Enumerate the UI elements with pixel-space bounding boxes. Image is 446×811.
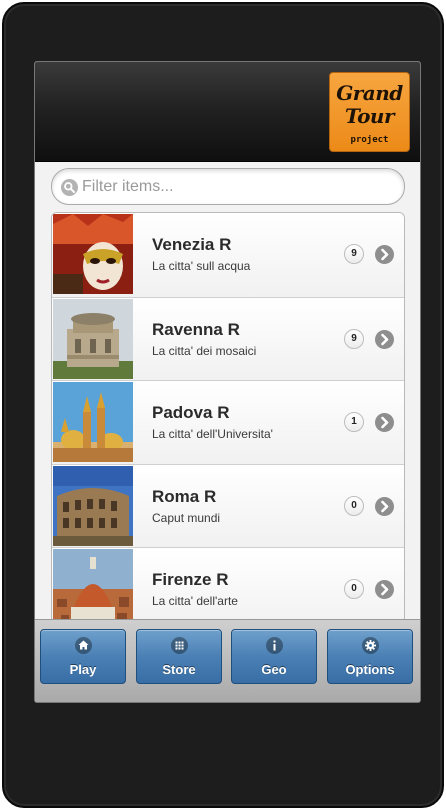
count-bubble: 1	[344, 412, 364, 432]
navbar: Play Store Geo Options	[35, 619, 420, 702]
options-label: Options	[345, 662, 395, 677]
firenze-duomo-image	[53, 549, 133, 619]
list-item[interactable]: Ravenna R La citta' dei mosaici 9	[52, 296, 404, 380]
device-frame: Grand Tour project Filter items... Venez…	[2, 2, 444, 808]
count-bubble: 9	[344, 328, 364, 349]
venezia-mask-image	[53, 214, 133, 294]
play-label: Play	[69, 662, 97, 677]
chevron-right-icon	[375, 496, 394, 516]
count-bubble: 0	[344, 579, 364, 599]
store-label: Store	[162, 662, 196, 677]
item-subtitle: La citta' sull acqua	[152, 259, 251, 273]
item-subtitle: La citta' dei mosaici	[152, 343, 257, 358]
app-screen: Grand Tour project Filter items... Venez…	[34, 61, 421, 703]
list-item[interactable]: Padova R La citta' dell'Universita' 1	[52, 380, 404, 464]
search-bar	[51, 168, 405, 205]
padova-basilica-image	[53, 382, 133, 462]
item-title: Ravenna R	[152, 319, 240, 339]
chevron-right-icon	[375, 413, 394, 432]
info-icon	[266, 637, 283, 654]
item-title: Roma R	[152, 486, 217, 506]
app-header: Grand Tour project	[35, 62, 420, 162]
roma-colosseum-image	[53, 465, 133, 546]
count-bubble: 0	[344, 495, 364, 516]
grand-tour-logo: Grand Tour project	[329, 72, 410, 152]
logo-text-line1: Grand	[336, 81, 403, 105]
gear-icon	[362, 637, 379, 654]
logo-text-line2: Tour	[344, 104, 395, 128]
logo-text-line3: project	[350, 135, 389, 145]
content-area: Venezia R La citta' sull acqua 9	[35, 162, 420, 619]
item-subtitle: La citta' dell'Universita'	[152, 427, 273, 441]
list-item[interactable]: Firenze R La citta' dell'arte 0	[52, 547, 404, 619]
list-item[interactable]: Roma R Caput mundi 0	[52, 463, 404, 547]
geo-button[interactable]: Geo	[231, 629, 317, 684]
item-title: Venezia R	[152, 235, 232, 254]
list-item[interactable]: Venezia R La citta' sull acqua 9	[52, 213, 404, 297]
item-title: Firenze R	[152, 570, 229, 589]
search-input[interactable]	[82, 173, 392, 200]
grid-icon	[171, 637, 188, 654]
chevron-right-icon	[375, 329, 394, 349]
chevron-right-icon	[375, 245, 394, 264]
item-subtitle: Caput mundi	[152, 510, 221, 525]
city-list: Venezia R La citta' sull acqua 9 Ravenna…	[51, 212, 405, 619]
item-subtitle: La citta' dell'arte	[152, 594, 238, 608]
chevron-right-icon	[375, 580, 394, 599]
store-button[interactable]: Store	[136, 629, 222, 684]
search-icon	[61, 179, 78, 196]
home-icon	[75, 637, 92, 654]
item-title: Padova R	[152, 403, 230, 422]
count-bubble: 9	[344, 244, 364, 264]
ravenna-mausoleum-image	[53, 298, 133, 379]
play-button[interactable]: Play	[40, 629, 126, 684]
geo-label: Geo	[261, 662, 287, 677]
options-button[interactable]: Options	[327, 629, 413, 684]
